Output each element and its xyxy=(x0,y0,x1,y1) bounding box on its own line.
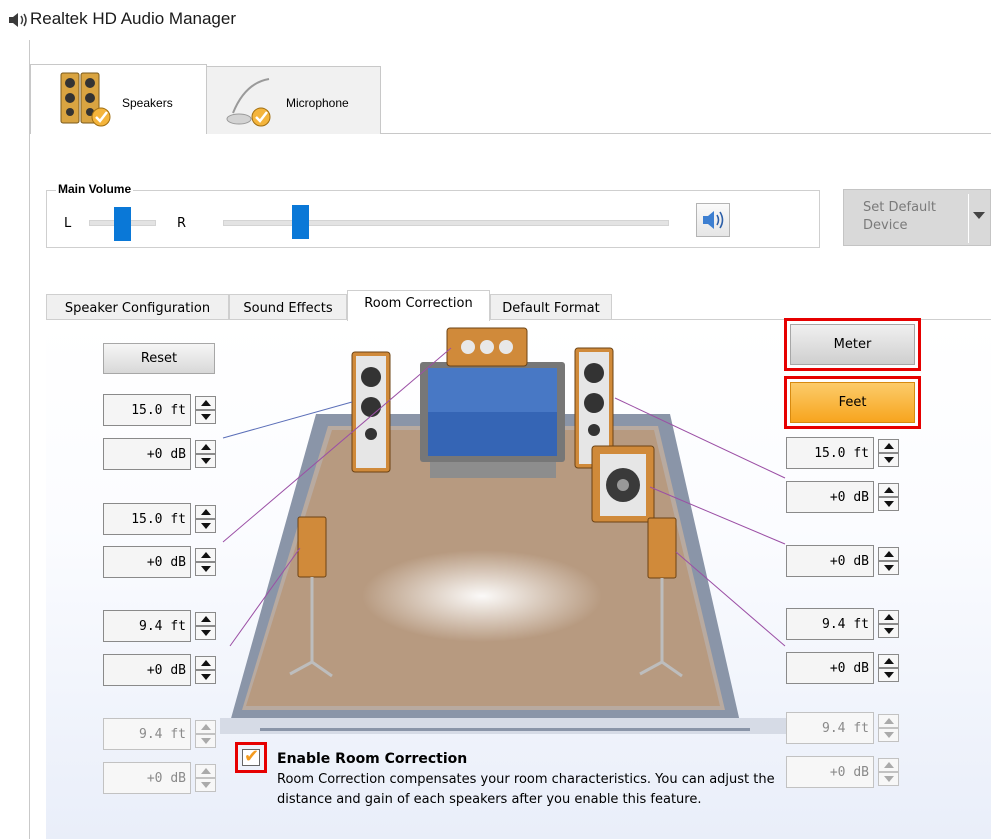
volume-slider-track[interactable] xyxy=(223,220,669,226)
spin-side-right-distance: 9.4 ft xyxy=(786,712,901,744)
spin-down-button[interactable] xyxy=(195,410,216,424)
spin-up-button[interactable] xyxy=(878,610,899,624)
spin-up-button[interactable] xyxy=(878,483,899,497)
tab-room-correction[interactable]: Room Correction xyxy=(347,290,490,321)
mute-button[interactable] xyxy=(696,203,730,237)
spin-down-button xyxy=(878,728,899,742)
speaker-volume-icon xyxy=(9,13,27,27)
tab-divider xyxy=(380,133,991,134)
feet-button[interactable]: Feet xyxy=(790,382,915,423)
spin-down-button xyxy=(195,734,216,748)
microphone-icon xyxy=(226,78,271,127)
spin-rear-left-gain: +0 dB xyxy=(103,654,218,686)
tab-default-format[interactable]: Default Format xyxy=(490,294,612,320)
spin-field[interactable]: 9.4 ft xyxy=(103,610,191,642)
spin-down-button[interactable] xyxy=(878,453,899,467)
balance-slider-thumb[interactable] xyxy=(114,207,131,241)
spin-down-button[interactable] xyxy=(878,624,899,638)
spin-field[interactable]: 9.4 ft xyxy=(786,608,874,640)
spin-up-button[interactable] xyxy=(195,548,216,562)
spin-up-button xyxy=(878,714,899,728)
checkmark-icon: ✔ xyxy=(244,746,260,767)
spin-front-right-distance: 15.0 ft xyxy=(786,437,901,469)
room-illustration xyxy=(220,327,790,734)
spin-front-left-distance: 15.0 ft xyxy=(103,394,218,426)
speaker-sound-icon xyxy=(703,211,724,229)
spin-field[interactable]: 15.0 ft xyxy=(103,394,191,426)
enable-room-correction-label[interactable]: Enable Room Correction xyxy=(277,751,467,767)
window-title: Realtek HD Audio Manager xyxy=(30,9,237,28)
spin-up-button[interactable] xyxy=(878,547,899,561)
spin-down-button[interactable] xyxy=(878,497,899,511)
spin-field[interactable]: +0 dB xyxy=(786,652,874,684)
spin-side-left-distance: 9.4 ft xyxy=(103,718,218,750)
spin-down-button[interactable] xyxy=(195,562,216,576)
tab-speaker-configuration[interactable]: Speaker Configuration xyxy=(46,294,229,320)
spin-down-button[interactable] xyxy=(878,561,899,575)
spin-up-button[interactable] xyxy=(878,654,899,668)
spin-down-button[interactable] xyxy=(878,668,899,682)
left-gutter xyxy=(0,40,30,839)
spin-center-distance: 15.0 ft xyxy=(103,503,218,535)
tab-sound-effects[interactable]: Sound Effects xyxy=(229,294,347,320)
spin-up-button[interactable] xyxy=(195,656,216,670)
set-default-label-line1: Set Default xyxy=(863,200,936,215)
balance-left-label: L xyxy=(64,216,72,231)
spin-up-button[interactable] xyxy=(195,396,216,410)
set-default-device-button[interactable]: Set Default Device xyxy=(843,189,991,246)
room-correction-description: Room Correction compensates your room ch… xyxy=(277,772,775,807)
spin-rear-right-distance: 9.4 ft xyxy=(786,608,901,640)
spin-up-button xyxy=(878,758,899,772)
spin-field[interactable]: +0 dB xyxy=(786,481,874,513)
spin-up-button xyxy=(195,764,216,778)
spin-field: 9.4 ft xyxy=(103,718,191,750)
enable-room-correction-checkbox[interactable]: ✔ xyxy=(242,746,260,767)
spin-field[interactable]: +0 dB xyxy=(103,654,191,686)
spin-up-button[interactable] xyxy=(195,505,216,519)
main-volume-label: Main Volume xyxy=(56,182,134,196)
chevron-down-icon[interactable] xyxy=(973,212,985,219)
spin-side-right-gain: +0 dB xyxy=(786,756,901,788)
spin-subwoofer-gain: +0 dB xyxy=(786,545,901,577)
spin-down-button[interactable] xyxy=(195,454,216,468)
spin-center-gain: +0 dB xyxy=(103,546,218,578)
spin-side-left-gain: +0 dB xyxy=(103,762,218,794)
tab-speakers-label: Speakers xyxy=(122,96,173,110)
spin-front-left-gain: +0 dB xyxy=(103,438,218,470)
spin-rear-right-gain: +0 dB xyxy=(786,652,901,684)
balance-right-label: R xyxy=(177,216,187,231)
spin-front-right-gain: +0 dB xyxy=(786,481,901,513)
spin-down-button xyxy=(195,778,216,792)
tab-speakers[interactable]: Speakers xyxy=(30,64,207,134)
spin-field: +0 dB xyxy=(786,756,874,788)
enable-checkbox-highlight: ✔ xyxy=(235,742,267,773)
tab-microphone-label: Microphone xyxy=(286,96,349,110)
spin-up-button[interactable] xyxy=(878,439,899,453)
meter-button[interactable]: Meter xyxy=(790,324,915,365)
spin-down-button[interactable] xyxy=(195,519,216,533)
spin-field[interactable]: +0 dB xyxy=(103,438,191,470)
spin-field[interactable]: 15.0 ft xyxy=(103,503,191,535)
spin-field: 9.4 ft xyxy=(786,712,874,744)
spin-down-button[interactable] xyxy=(195,626,216,640)
spin-field[interactable]: +0 dB xyxy=(103,546,191,578)
tab-microphone[interactable]: Microphone xyxy=(206,66,381,134)
spin-down-button xyxy=(878,772,899,786)
set-default-label-line2: Device xyxy=(863,218,908,233)
spin-field: +0 dB xyxy=(103,762,191,794)
spin-up-button xyxy=(195,720,216,734)
spin-up-button[interactable] xyxy=(195,440,216,454)
spin-field[interactable]: 15.0 ft xyxy=(786,437,874,469)
volume-slider-thumb[interactable] xyxy=(291,205,309,239)
spin-field[interactable]: +0 dB xyxy=(786,545,874,577)
reset-button[interactable]: Reset xyxy=(103,343,215,374)
speakers-icon xyxy=(60,72,111,127)
spin-rear-left-distance: 9.4 ft xyxy=(103,610,218,642)
spin-down-button[interactable] xyxy=(195,670,216,684)
spin-up-button[interactable] xyxy=(195,612,216,626)
